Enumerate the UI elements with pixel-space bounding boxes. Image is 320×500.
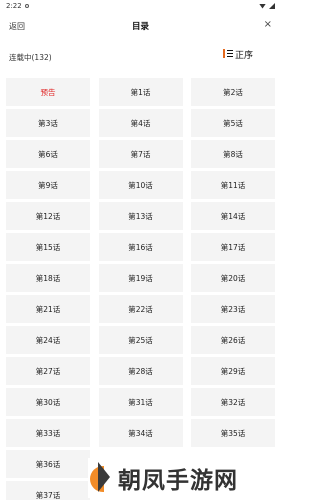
chapter-button[interactable]: 第22话 (98, 295, 183, 323)
subheader: 连载中(132) 正序 (0, 42, 281, 70)
wifi-icon (259, 3, 266, 9)
chapter-button[interactable]: 第11话 (191, 171, 275, 199)
status-bar: 2:22 (0, 0, 281, 12)
chapter-button[interactable]: 第26话 (191, 326, 275, 354)
watermark-logo-icon (88, 460, 114, 496)
signal-icon (269, 3, 275, 9)
chapter-button[interactable]: 第3话 (6, 109, 90, 137)
chapter-button[interactable]: 第35话 (191, 419, 275, 447)
chapter-button[interactable]: 第10话 (98, 171, 183, 199)
header: 返回 目录 × (0, 12, 281, 42)
chapter-button[interactable]: 第37话 (6, 481, 90, 500)
chapter-button[interactable]: 第25话 (98, 326, 183, 354)
chapter-button[interactable]: 第31话 (98, 388, 183, 416)
chapter-button[interactable]: 第33话 (6, 419, 90, 447)
sort-icon (222, 48, 233, 61)
chapter-button[interactable]: 第4话 (98, 109, 183, 137)
chapter-button[interactable]: 第18话 (6, 264, 90, 292)
close-icon[interactable]: × (264, 19, 272, 30)
chapter-button[interactable]: 第9话 (6, 171, 90, 199)
status-time: 2:22 (6, 2, 22, 10)
sort-order-button[interactable]: 正序 (222, 48, 253, 61)
chapter-button[interactable]: 第34话 (98, 419, 183, 447)
chapter-button[interactable]: 第5话 (191, 109, 275, 137)
chapter-button[interactable]: 第16话 (98, 233, 183, 261)
chapter-button[interactable]: 第28话 (98, 357, 183, 385)
chapter-button[interactable]: 第17话 (191, 233, 275, 261)
page-title: 目录 (131, 22, 149, 32)
serial-status: 连载中(132) (9, 53, 52, 62)
chapter-preview-button[interactable]: 预告 (6, 78, 90, 106)
chapter-button[interactable]: 第2话 (191, 78, 275, 106)
chapter-button[interactable]: 第36话 (6, 450, 90, 478)
sort-order-label: 正序 (234, 51, 253, 61)
chapter-button[interactable]: 第23话 (191, 295, 275, 323)
chapter-button[interactable]: 第8话 (191, 140, 275, 168)
chapter-button[interactable]: 第12话 (6, 202, 90, 230)
chapter-button[interactable]: 第1话 (98, 78, 183, 106)
chapter-button[interactable]: 第19话 (98, 264, 183, 292)
chapter-button[interactable]: 第30话 (6, 388, 90, 416)
notification-icon (24, 4, 29, 8)
chapter-grid: 预告 第1话 第2话第3话 第4话 第5话第6话 第7话 第8话第9话 第10话 第11话第12… (6, 78, 275, 500)
chapter-button[interactable]: 第32话 (191, 388, 275, 416)
chapter-button[interactable]: 第6话 (6, 140, 90, 168)
watermark: 朝凤手游网 (88, 458, 278, 498)
chapter-button[interactable]: 第20话 (191, 264, 275, 292)
chapter-button[interactable]: 第21话 (6, 295, 90, 323)
chapter-button[interactable]: 第14话 (191, 202, 275, 230)
chapter-button[interactable]: 第27话 (6, 357, 90, 385)
chapter-button[interactable]: 第13话 (98, 202, 183, 230)
chapter-button[interactable]: 第7话 (98, 140, 183, 168)
chapter-button[interactable]: 第24话 (6, 326, 90, 354)
chapter-button[interactable]: 第15话 (6, 233, 90, 261)
chapter-button[interactable]: 第29话 (191, 357, 275, 385)
watermark-text: 朝凤手游网 (118, 468, 238, 494)
